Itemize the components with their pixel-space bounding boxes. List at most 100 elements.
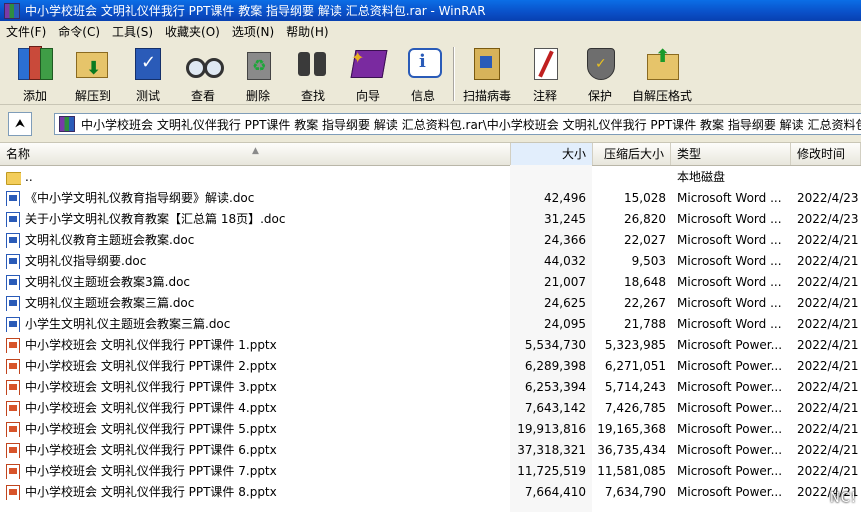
file-size: 37,318,321 (517, 443, 586, 457)
list-item[interactable]: 中小学校班会 文明礼仪伴我行 PPT课件 7.pptx 11,725,519 1… (0, 461, 861, 482)
winrar-app-icon[interactable] (4, 2, 20, 19)
powerpoint-file-icon (6, 443, 21, 458)
file-packed-size: 26,820 (624, 212, 666, 226)
word-document-icon (6, 191, 21, 206)
file-type: Microsoft Word ... (677, 254, 782, 268)
toolbar-separator (453, 47, 455, 101)
add-button[interactable]: 添加 (14, 44, 56, 104)
list-item[interactable]: 中小学校班会 文明礼仪伴我行 PPT课件 4.pptx 7,643,142 7,… (0, 398, 861, 419)
list-item[interactable]: 文明礼仪指导纲要.doc 44,032 9,503 Microsoft Word… (0, 251, 861, 272)
menu-options[interactable]: 选项(N) (226, 23, 280, 40)
virus-scan-label: 扫描病毒 (463, 89, 512, 103)
view-button[interactable]: 查看 (182, 44, 224, 104)
column-type[interactable]: 类型 (671, 143, 791, 165)
file-packed-size: 11,581,085 (597, 464, 666, 478)
find-button[interactable]: 查找 (292, 44, 334, 104)
list-item[interactable]: 中小学校班会 文明礼仪伴我行 PPT课件 8.pptx 7,664,410 7,… (0, 482, 861, 503)
file-name: 中小学校班会 文明礼仪伴我行 PPT课件 5.pptx (25, 422, 277, 436)
file-packed-size: 22,027 (624, 233, 666, 247)
powerpoint-file-icon (6, 380, 21, 395)
protect-button[interactable]: ✓ 保护 (579, 44, 621, 104)
file-modified (797, 167, 861, 188)
file-size: 42,496 (544, 191, 586, 205)
list-item[interactable]: 文明礼仪主题班会教案三篇.doc 24,625 22,267 Microsoft… (0, 293, 861, 314)
comment-label: 注释 (532, 89, 557, 103)
file-name: 文明礼仪主题班会教案三篇.doc (25, 296, 195, 310)
file-type: Microsoft Word ... (677, 296, 782, 310)
menu-file[interactable]: 文件(F) (0, 23, 52, 40)
virus-scan-button[interactable]: 扫描病毒 (463, 44, 511, 104)
column-size[interactable]: 大小 (511, 143, 593, 165)
file-size: 11,725,519 (517, 464, 586, 478)
find-label: 查找 (300, 89, 325, 103)
column-name[interactable]: 名称 ▲ (0, 143, 511, 165)
extract-to-label: 解压到 (74, 89, 111, 103)
list-item[interactable]: 中小学校班会 文明礼仪伴我行 PPT课件 5.pptx 19,913,816 1… (0, 419, 861, 440)
column-header: 名称 ▲ 大小 压缩后大小 类型 修改时间 (0, 143, 861, 166)
file-name: 小学生文明礼仪主题班会教案三篇.doc (25, 317, 231, 331)
file-size: 6,253,394 (524, 380, 586, 394)
file-name: 中小学校班会 文明礼仪伴我行 PPT课件 2.pptx (25, 359, 277, 373)
file-size: 24,095 (544, 317, 586, 331)
toolbar: 添加 ⬇ 解压到 ✓ 测试 查看 ♻ 删除 查找 ✦ 向导 i 信息 扫描病毒 … (0, 41, 861, 105)
file-type: Microsoft Power... (677, 422, 783, 436)
list-item[interactable]: 关于小学文明礼仪教育教案【汇总篇 18页】.doc 31,245 26,820 … (0, 209, 861, 230)
file-packed-size: 7,634,790 (604, 485, 666, 499)
address-path: 中小学校班会 文明礼仪伴我行 PPT课件 教案 指导纲要 解读 汇总资料包.ra… (81, 117, 861, 132)
test-button[interactable]: ✓ 测试 (127, 44, 169, 104)
info-button[interactable]: i 信息 (402, 44, 444, 104)
file-type: Microsoft Word ... (677, 317, 782, 331)
file-modified: 2022/4/21 (797, 464, 859, 478)
menu-tools[interactable]: 工具(S) (106, 23, 159, 40)
file-modified: 2022/4/23 (797, 212, 859, 226)
file-packed-size: 22,267 (624, 296, 666, 310)
list-item[interactable]: 文明礼仪教育主题班会教案.doc 24,366 22,027 Microsoft… (0, 230, 861, 251)
sfx-label: 自解压格式 (632, 89, 693, 103)
list-item[interactable]: 中小学校班会 文明礼仪伴我行 PPT课件 6.pptx 37,318,321 3… (0, 440, 861, 461)
sfx-icon: ⬆ (641, 44, 683, 82)
file-packed-size: 5,714,243 (604, 380, 666, 394)
menu-help[interactable]: 帮助(H) (280, 23, 334, 40)
file-modified: 2022/4/21 (797, 359, 859, 373)
powerpoint-file-icon (6, 359, 21, 374)
up-folder-button[interactable]: ⮝ (8, 112, 32, 136)
file-size: 31,245 (544, 212, 586, 226)
list-item[interactable]: 中小学校班会 文明礼仪伴我行 PPT课件 1.pptx 5,534,730 5,… (0, 335, 861, 356)
column-packed-size[interactable]: 压缩后大小 (593, 143, 671, 165)
file-packed-size: 7,426,785 (604, 401, 666, 415)
watermark-text: NC! (829, 491, 857, 506)
file-type: Microsoft Power... (677, 380, 783, 394)
add-label: 添加 (22, 89, 47, 103)
list-item[interactable]: 文明礼仪主题班会教案3篇.doc 21,007 18,648 Microsoft… (0, 272, 861, 293)
comment-button[interactable]: 注释 (524, 44, 566, 104)
menu-favorites[interactable]: 收藏夹(O) (159, 23, 226, 40)
file-packed-size (596, 167, 666, 188)
file-name: 文明礼仪指导纲要.doc (25, 254, 147, 268)
list-item[interactable]: 《中小学文明礼仪教育指导纲要》解读.doc 42,496 15,028 Micr… (0, 188, 861, 209)
sfx-button[interactable]: ⬆ 自解压格式 (632, 44, 692, 104)
list-item[interactable]: 小学生文明礼仪主题班会教案三篇.doc 24,095 21,788 Micros… (0, 314, 861, 335)
list-item[interactable]: 中小学校班会 文明礼仪伴我行 PPT课件 3.pptx 6,253,394 5,… (0, 377, 861, 398)
wizard-label: 向导 (355, 89, 380, 103)
file-size: 5,534,730 (524, 338, 586, 352)
wizard-button[interactable]: ✦ 向导 (347, 44, 389, 104)
address-path-field[interactable]: 中小学校班会 文明礼仪伴我行 PPT课件 教案 指导纲要 解读 汇总资料包.ra… (54, 113, 861, 135)
column-modified-label: 修改时间 (797, 147, 846, 161)
title-bar[interactable]: 中小学校班会 文明礼仪伴我行 PPT课件 教案 指导纲要 解读 汇总资料包.ra… (0, 0, 861, 21)
file-modified: 2022/4/21 (797, 233, 859, 247)
file-modified: 2022/4/21 (797, 443, 859, 457)
word-document-icon (6, 233, 21, 248)
powerpoint-file-icon (6, 401, 21, 416)
menu-commands[interactable]: 命令(C) (52, 23, 106, 40)
wizard-icon: ✦ (347, 44, 389, 82)
list-item[interactable]: 中小学校班会 文明礼仪伴我行 PPT课件 2.pptx 6,289,398 6,… (0, 356, 861, 377)
file-modified: 2022/4/21 (797, 275, 859, 289)
file-size: 21,007 (544, 275, 586, 289)
file-name: 文明礼仪主题班会教案3篇.doc (25, 275, 191, 289)
list-item-parent[interactable]: .. 本地磁盘 (0, 167, 861, 188)
extract-to-button[interactable]: ⬇ 解压到 (72, 44, 114, 104)
file-type: Microsoft Word ... (677, 191, 782, 205)
delete-button[interactable]: ♻ 删除 (237, 44, 279, 104)
column-modified[interactable]: 修改时间 (791, 143, 861, 165)
file-type: Microsoft Power... (677, 401, 783, 415)
